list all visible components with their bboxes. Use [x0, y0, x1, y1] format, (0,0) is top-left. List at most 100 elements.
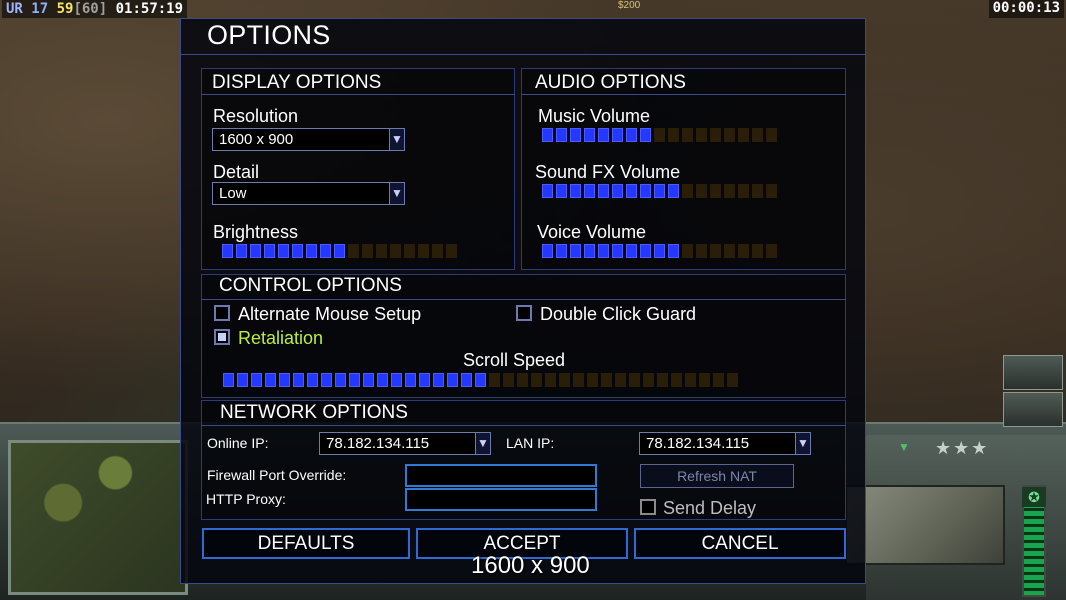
slider-segment[interactable] [598, 244, 609, 258]
alternate-mouse-label[interactable]: Alternate Mouse Setup [238, 304, 421, 325]
slider-segment[interactable] [615, 373, 626, 387]
slider-segment[interactable] [556, 184, 567, 198]
slider-segment[interactable] [682, 184, 693, 198]
slider-segment[interactable] [321, 373, 332, 387]
brightness-slider[interactable] [222, 244, 457, 258]
slider-segment[interactable] [657, 373, 668, 387]
slider-segment[interactable] [601, 373, 612, 387]
slider-segment[interactable] [598, 128, 609, 142]
side-command-button-2[interactable] [1003, 392, 1063, 427]
slider-segment[interactable] [264, 244, 275, 258]
slider-segment[interactable] [738, 128, 749, 142]
slider-segment[interactable] [307, 373, 318, 387]
collapse-arrow-icon[interactable]: ▼ [882, 440, 926, 454]
slider-segment[interactable] [699, 373, 710, 387]
minimap[interactable] [8, 440, 188, 595]
lan-ip-dropdown[interactable]: 78.182.134.115 ▼ [639, 432, 811, 455]
voice-volume-slider[interactable] [542, 244, 777, 258]
slider-segment[interactable] [685, 373, 696, 387]
slider-segment[interactable] [584, 128, 595, 142]
slider-segment[interactable] [446, 244, 457, 258]
slider-segment[interactable] [738, 244, 749, 258]
slider-segment[interactable] [251, 373, 262, 387]
alternate-mouse-checkbox[interactable] [214, 305, 230, 321]
slider-segment[interactable] [279, 373, 290, 387]
slider-segment[interactable] [587, 373, 598, 387]
chevron-down-icon[interactable]: ▼ [389, 183, 404, 204]
slider-segment[interactable] [432, 244, 443, 258]
cancel-button[interactable]: CANCEL [634, 528, 846, 559]
slider-segment[interactable] [713, 373, 724, 387]
slider-segment[interactable] [710, 244, 721, 258]
slider-segment[interactable] [640, 184, 651, 198]
music-volume-slider[interactable] [542, 128, 777, 142]
slider-segment[interactable] [250, 244, 261, 258]
firewall-port-input[interactable] [405, 464, 597, 487]
slider-segment[interactable] [626, 184, 637, 198]
slider-segment[interactable] [348, 244, 359, 258]
slider-segment[interactable] [334, 244, 345, 258]
slider-segment[interactable] [682, 244, 693, 258]
slider-segment[interactable] [570, 244, 581, 258]
slider-segment[interactable] [752, 128, 763, 142]
slider-segment[interactable] [766, 184, 777, 198]
slider-segment[interactable] [293, 373, 304, 387]
slider-segment[interactable] [598, 184, 609, 198]
slider-segment[interactable] [545, 373, 556, 387]
slider-segment[interactable] [489, 373, 500, 387]
slider-segment[interactable] [752, 184, 763, 198]
slider-segment[interactable] [612, 184, 623, 198]
slider-segment[interactable] [292, 244, 303, 258]
slider-segment[interactable] [349, 373, 360, 387]
slider-segment[interactable] [710, 128, 721, 142]
slider-segment[interactable] [626, 128, 637, 142]
double-click-guard-checkbox[interactable] [516, 305, 532, 321]
slider-segment[interactable] [320, 244, 331, 258]
slider-segment[interactable] [738, 184, 749, 198]
slider-segment[interactable] [517, 373, 528, 387]
slider-segment[interactable] [335, 373, 346, 387]
slider-segment[interactable] [682, 128, 693, 142]
slider-segment[interactable] [404, 244, 415, 258]
slider-segment[interactable] [629, 373, 640, 387]
chevron-down-icon[interactable]: ▼ [389, 129, 404, 150]
slider-segment[interactable] [724, 128, 735, 142]
slider-segment[interactable] [447, 373, 458, 387]
double-click-guard-label[interactable]: Double Click Guard [540, 304, 696, 325]
slider-segment[interactable] [542, 184, 553, 198]
slider-segment[interactable] [503, 373, 514, 387]
slider-segment[interactable] [626, 244, 637, 258]
slider-segment[interactable] [668, 244, 679, 258]
slider-segment[interactable] [363, 373, 374, 387]
unit-portrait[interactable] [845, 485, 1005, 565]
slider-segment[interactable] [654, 244, 665, 258]
slider-segment[interactable] [265, 373, 276, 387]
slider-segment[interactable] [475, 373, 486, 387]
slider-segment[interactable] [223, 373, 234, 387]
slider-segment[interactable] [584, 184, 595, 198]
slider-segment[interactable] [724, 244, 735, 258]
http-proxy-input[interactable] [405, 488, 597, 511]
side-command-button-1[interactable] [1003, 355, 1063, 390]
slider-segment[interactable] [390, 244, 401, 258]
slider-segment[interactable] [654, 128, 665, 142]
slider-segment[interactable] [724, 184, 735, 198]
slider-segment[interactable] [696, 244, 707, 258]
chevron-down-icon[interactable]: ▼ [475, 433, 490, 454]
slider-segment[interactable] [643, 373, 654, 387]
slider-segment[interactable] [556, 244, 567, 258]
slider-segment[interactable] [531, 373, 542, 387]
scroll-speed-slider[interactable] [223, 373, 738, 387]
resolution-dropdown[interactable]: 1600 x 900 ▼ [212, 128, 405, 151]
slider-segment[interactable] [377, 373, 388, 387]
slider-segment[interactable] [433, 373, 444, 387]
slider-segment[interactable] [654, 184, 665, 198]
slider-segment[interactable] [584, 244, 595, 258]
slider-segment[interactable] [612, 128, 623, 142]
slider-segment[interactable] [405, 373, 416, 387]
detail-dropdown[interactable]: Low ▼ [212, 182, 405, 205]
chevron-down-icon[interactable]: ▼ [795, 433, 810, 454]
slider-segment[interactable] [573, 373, 584, 387]
slider-segment[interactable] [570, 184, 581, 198]
slider-segment[interactable] [556, 128, 567, 142]
